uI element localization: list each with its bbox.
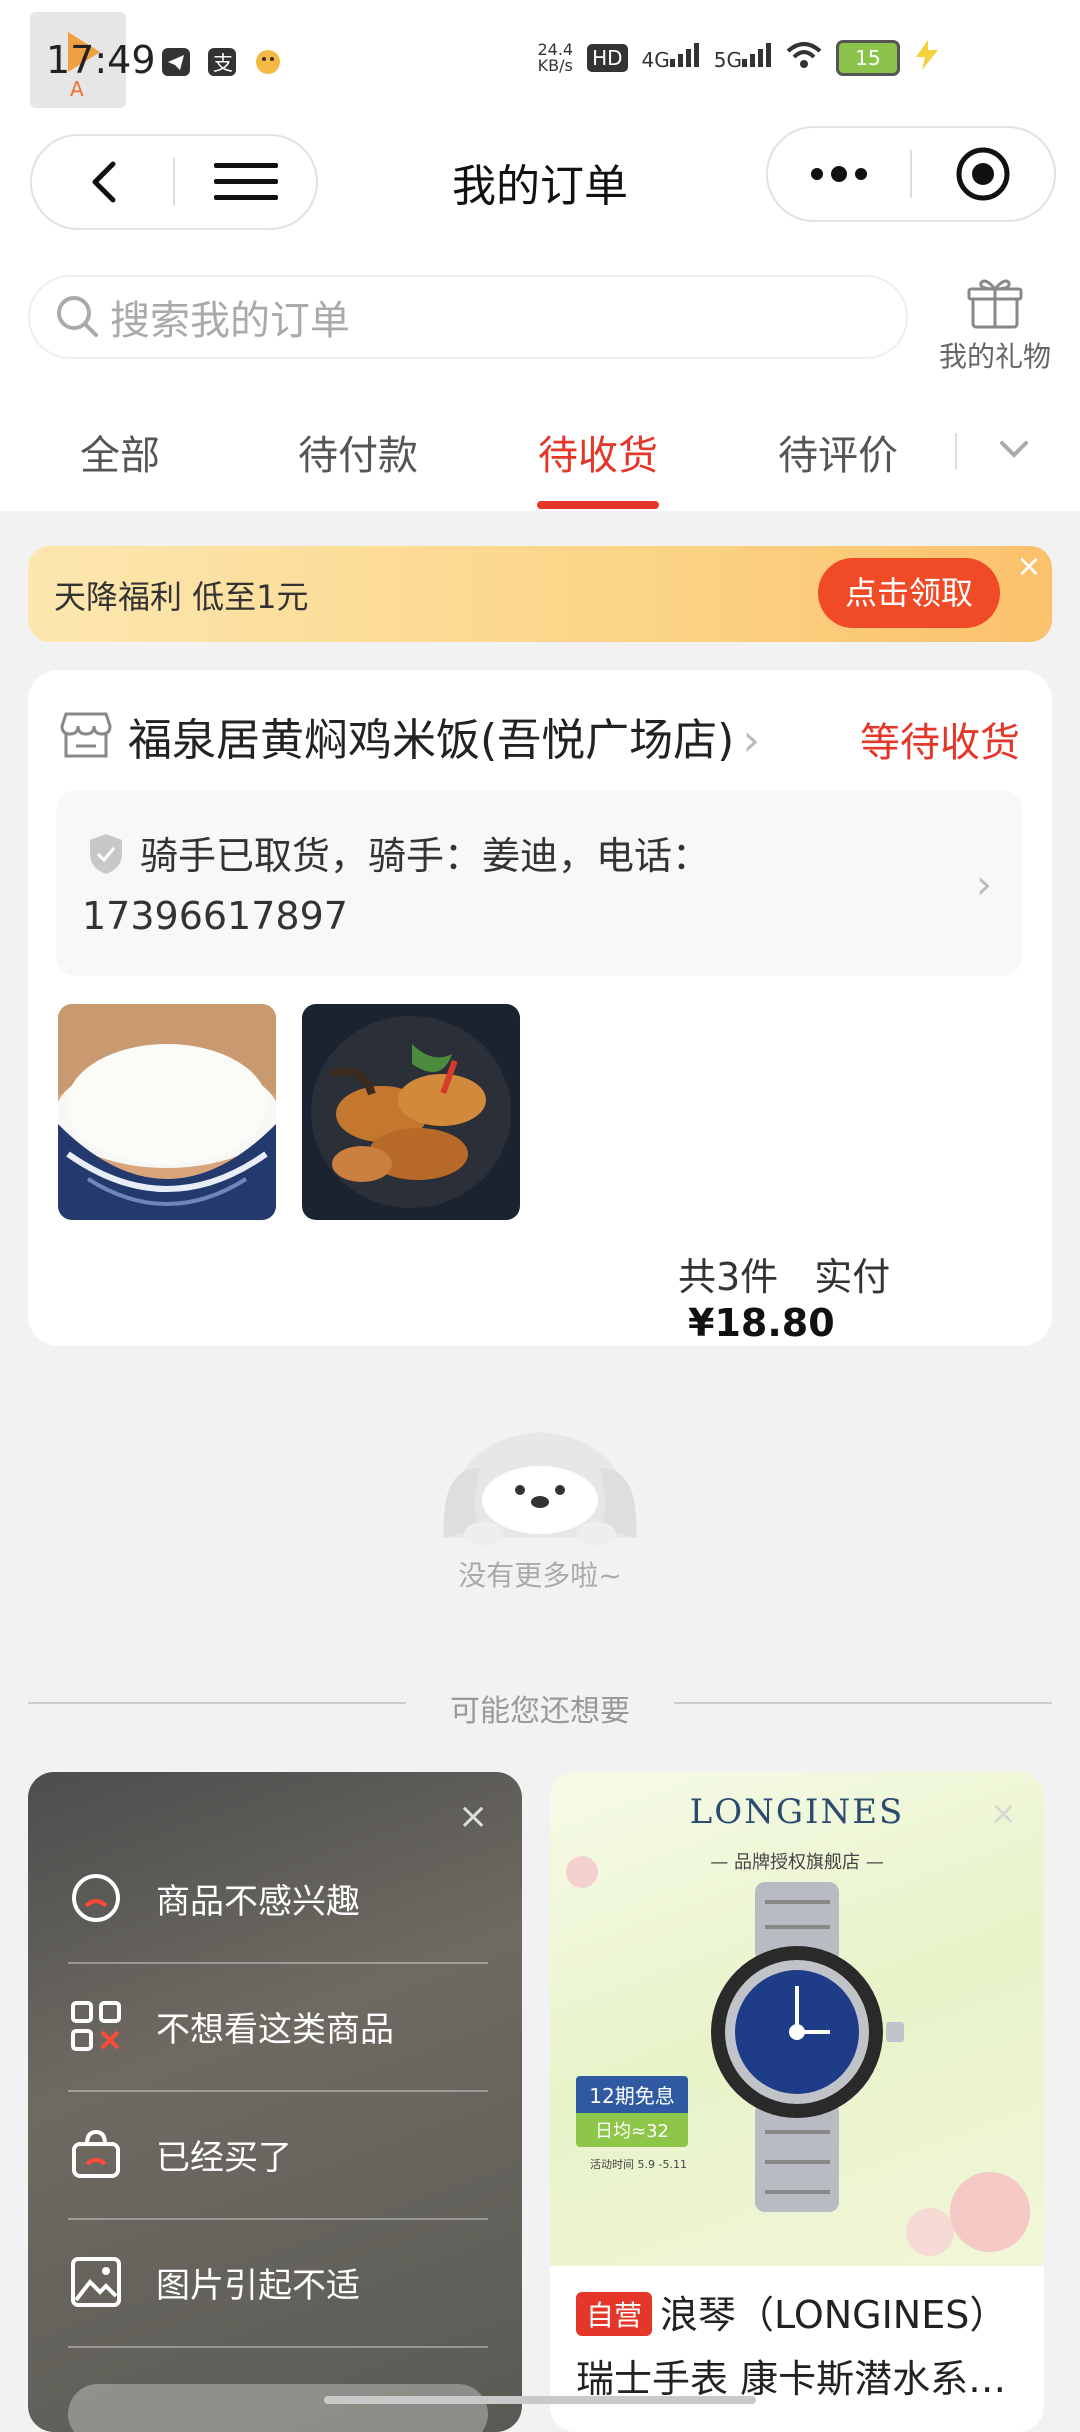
tab-pending-review[interactable]: 待评价 bbox=[758, 423, 918, 481]
shop-name[interactable]: 福泉居黄焖鸡米饭(吾悦广场店) › bbox=[128, 704, 760, 768]
chevron-right-icon: › bbox=[976, 862, 992, 908]
grid-x-icon bbox=[68, 1998, 124, 2054]
feedback-image-discomfort[interactable]: 图片引起不适 bbox=[68, 2218, 488, 2348]
brand-logo: LONGINES bbox=[689, 1792, 905, 1832]
no-more-text: 没有更多啦~ bbox=[458, 1559, 622, 1592]
wifi-icon bbox=[786, 41, 822, 75]
feedback-more-button[interactable] bbox=[68, 2384, 488, 2432]
claim-button[interactable]: 点击领取 bbox=[818, 558, 1000, 628]
promo-banner[interactable]: 天降福利 低至1元 点击领取 × bbox=[28, 546, 1052, 642]
order-summary: 共3件 实付 ¥18.80 bbox=[678, 1246, 1052, 1345]
status-indicators: 24.4 KB/s HD 4G 5G 15 bbox=[537, 40, 940, 76]
rider-info-row[interactable]: 骑手已取货，骑手：姜迪，电话：17396617897 › bbox=[56, 790, 1022, 976]
product-name-line1: 浪琴（LONGINES） bbox=[660, 2293, 1008, 2337]
telegram-icon bbox=[160, 46, 192, 85]
gift-label: 我的礼物 bbox=[938, 340, 1051, 373]
promo-date: 活动时间 5.9 -5.11 bbox=[590, 2158, 687, 2171]
product-thumb-chicken[interactable] bbox=[302, 1004, 520, 1220]
net-speed: 24.4 KB/s bbox=[537, 40, 574, 75]
paid-amount: ¥18.80 bbox=[688, 1301, 835, 1345]
svg-text:支: 支 bbox=[213, 51, 233, 75]
feedback-already-bought[interactable]: 已经买了 bbox=[68, 2090, 488, 2220]
product-name-line2: 瑞士手表 康卡斯潜水系… bbox=[576, 2357, 1007, 2401]
self-operated-badge: 自营 bbox=[576, 2292, 653, 2336]
search-placeholder: 搜索我的订单 bbox=[110, 298, 350, 344]
my-gifts-button[interactable]: 我的礼物 bbox=[930, 275, 1060, 375]
feedback-card: × 商品不感兴趣 不想看这类商品 已经买了 图片引起不适 bbox=[28, 1772, 522, 2432]
brand-subtitle: — 品牌授权旗舰店 — bbox=[710, 1852, 884, 1873]
search-icon bbox=[57, 296, 98, 337]
item-count: 共3件 bbox=[678, 1255, 779, 1299]
signal-5g-icon: 5G bbox=[714, 43, 772, 73]
frown-circle-icon bbox=[68, 1870, 124, 1926]
nav-capsule-right bbox=[766, 126, 1056, 222]
shop-icon bbox=[58, 706, 114, 766]
more-button[interactable] bbox=[768, 128, 910, 220]
status-bar: A 17:49 支 24.4 KB/s HD 4G 5G 15 bbox=[0, 0, 1080, 126]
search-section: 搜索我的订单 我的礼物 bbox=[0, 271, 1080, 401]
gift-icon bbox=[967, 279, 1023, 329]
bag-icon bbox=[68, 2126, 124, 2182]
tab-pending-receipt[interactable]: 待收货 bbox=[518, 423, 678, 481]
banner-text: 天降福利 低至1元 bbox=[54, 578, 309, 616]
hd-icon: HD bbox=[587, 44, 628, 72]
order-card[interactable]: 福泉居黄焖鸡米饭(吾悦广场店) › 等待收货 骑手已取货，骑手：姜迪，电话：173… bbox=[28, 670, 1052, 1346]
active-tab-indicator bbox=[537, 501, 659, 509]
tab-all[interactable]: 全部 bbox=[40, 423, 200, 481]
clock-time: 17:49 bbox=[46, 38, 156, 82]
order-tabs: 全部 待付款 待收货 待评价 bbox=[0, 401, 1080, 511]
recommended-product-card[interactable]: LONGINES — 品牌授权旗舰店 — 12期免息 日均≈32 活动时间 5.… bbox=[550, 1772, 1044, 2432]
tab-divider bbox=[955, 433, 957, 469]
more-dots-icon bbox=[811, 166, 867, 182]
alipay-icon: 支 bbox=[206, 46, 238, 85]
close-icon[interactable]: × bbox=[990, 1794, 1017, 1832]
search-input[interactable]: 搜索我的订单 bbox=[28, 275, 908, 359]
paid-label: 实付 bbox=[814, 1255, 891, 1299]
tab-pending-payment[interactable]: 待付款 bbox=[278, 423, 438, 481]
charging-icon bbox=[914, 40, 940, 76]
tabs-expand-button[interactable] bbox=[996, 431, 1032, 471]
signal-4g-icon: 4G bbox=[642, 43, 700, 73]
empty-mascot-icon bbox=[440, 1428, 640, 1552]
chevron-down-icon bbox=[1000, 441, 1028, 458]
close-miniapp-button[interactable] bbox=[912, 128, 1054, 220]
image-icon bbox=[68, 2254, 124, 2310]
battery-icon: 15 bbox=[836, 40, 900, 76]
product-thumb-rice[interactable] bbox=[58, 1004, 276, 1220]
nav-header: 我的订单 bbox=[0, 126, 1080, 271]
app-notification-icon bbox=[252, 46, 284, 85]
target-circle-icon bbox=[956, 147, 1010, 201]
banner-close-icon[interactable]: × bbox=[1014, 552, 1044, 582]
promo-badge: 12期免息 日均≈32 bbox=[576, 2076, 688, 2147]
feedback-not-interested[interactable]: 商品不感兴趣 bbox=[68, 1834, 488, 1964]
rider-info-text: 骑手已取货，骑手：姜迪，电话：17396617897 bbox=[82, 834, 711, 938]
product-image[interactable]: LONGINES — 品牌授权旗舰店 — 12期免息 日均≈32 活动时间 5.… bbox=[550, 1772, 1044, 2266]
close-icon[interactable]: × bbox=[458, 1796, 488, 1837]
chevron-right-icon: › bbox=[742, 715, 760, 766]
home-indicator[interactable] bbox=[324, 2396, 756, 2404]
feedback-dont-want-category[interactable]: 不想看这类商品 bbox=[68, 1962, 488, 2092]
recommend-title: 可能您还想要 bbox=[450, 1694, 630, 1729]
order-status: 等待收货 bbox=[860, 720, 1020, 766]
